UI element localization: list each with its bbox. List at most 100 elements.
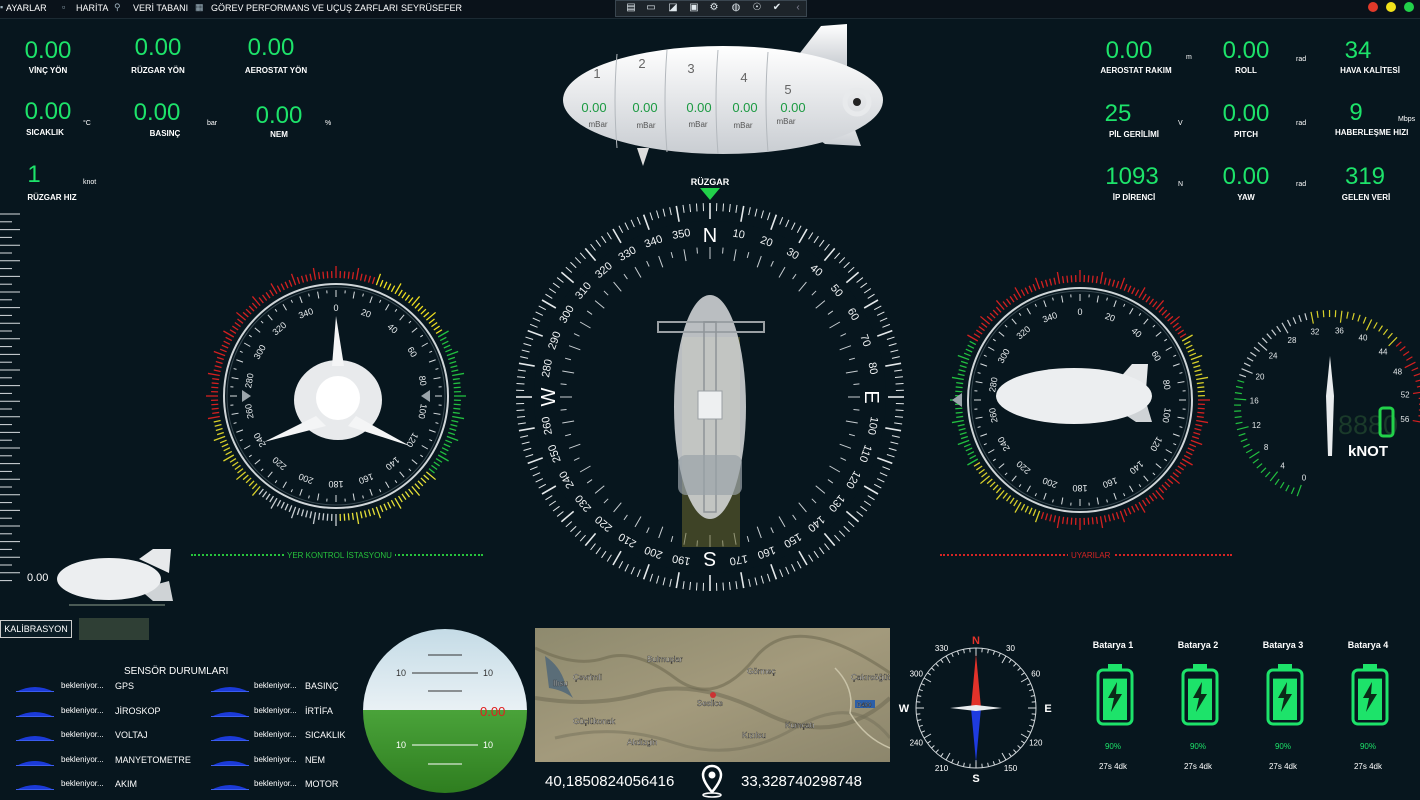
dial-tick — [207, 415, 220, 420]
accessibility-icon[interactable]: ☉ — [751, 2, 763, 14]
dial-tick — [1099, 271, 1104, 284]
wind-direction-icon — [700, 188, 720, 200]
sensor-signal-icon — [211, 711, 249, 717]
dial-tick-label: 80 — [1161, 379, 1173, 391]
compass-tick — [518, 427, 535, 432]
compass-tick — [735, 204, 738, 213]
comment-icon[interactable]: ◪ — [667, 2, 679, 14]
aerostat-rakim-label: AEROSTAT RAKIM — [1100, 66, 1172, 75]
dial-tick — [420, 308, 427, 315]
compass-tick — [894, 415, 903, 418]
check-icon[interactable]: ✔ — [771, 2, 783, 14]
sensor-signal-icon — [211, 736, 249, 741]
mini-compass-tick — [927, 740, 931, 744]
dial-tick — [417, 305, 424, 312]
mini-compass-tick — [931, 667, 935, 671]
mini-compass-tick — [931, 745, 935, 749]
satellite-map[interactable]: Bulmuşlar Görmeç Çevrimli Çakırsöğüt Ilı… — [535, 628, 890, 762]
dial-tick — [363, 274, 367, 282]
calibration-button[interactable]: KALİBRASYON — [0, 620, 72, 638]
compass-tick — [624, 563, 629, 572]
compass-tick — [606, 554, 612, 562]
location-pin-icon: ⚲ — [114, 2, 121, 12]
mini-compass-cardinal: W — [899, 703, 910, 715]
compass-tick — [863, 500, 872, 506]
mini-compass-tick — [940, 659, 944, 663]
dial-tick — [417, 480, 424, 487]
compass-tick — [779, 216, 784, 225]
dial-tick — [1119, 277, 1126, 290]
dial-tick — [435, 457, 443, 463]
chevron-left-icon[interactable]: ‹ — [792, 2, 804, 14]
dial-tick — [397, 495, 403, 503]
dial-tick — [237, 318, 244, 324]
compass-tick — [523, 343, 532, 347]
record-icon[interactable]: ▤ — [625, 2, 637, 14]
compass-tick — [856, 511, 864, 517]
dial-tick — [1013, 293, 1019, 301]
menu-harita[interactable]: HARİTA — [76, 3, 108, 13]
sensor-name: NEM — [305, 754, 325, 765]
dial-tick — [439, 336, 447, 342]
dial-tick — [1134, 289, 1140, 297]
sensor-status-text: bekleniyor... — [61, 779, 104, 788]
dial-tick — [1032, 509, 1037, 517]
mini-compass-tick — [956, 650, 960, 655]
dial-tick — [355, 267, 360, 280]
compass-needle-north — [971, 654, 981, 708]
compass-tick — [520, 356, 529, 359]
speed-tick — [1237, 379, 1245, 383]
dial-tick — [322, 271, 325, 279]
compass-tick — [873, 483, 882, 489]
sensor-name: MOTOR — [305, 779, 339, 789]
compass-tick — [618, 225, 624, 234]
menu-veri-tabani[interactable]: VERİ TABANI — [133, 3, 188, 13]
menu-gorev-performans[interactable]: GÖREV PERFORMANS VE UÇUŞ ZARFLARI — [211, 3, 398, 13]
dial-tick — [213, 435, 226, 442]
dial-tick — [371, 508, 376, 516]
dial-tick — [448, 431, 456, 436]
compass-tick — [689, 204, 692, 213]
camera-icon[interactable]: ▭ — [645, 2, 657, 14]
compass-tick — [770, 563, 778, 580]
sensor-name: İRTİFA — [305, 705, 333, 716]
map-place-label: Çakırsöğüt — [851, 673, 890, 682]
sensor-signal-icon — [16, 760, 54, 766]
dial-tick — [1175, 326, 1182, 332]
dial-tick — [958, 369, 966, 373]
mini-compass-tick — [917, 719, 922, 721]
compass-tick — [517, 376, 526, 379]
compass-tick — [517, 415, 526, 418]
compass-tick — [728, 204, 731, 213]
dial-tick — [284, 503, 289, 511]
ballonet-3-value: 0.00 — [686, 100, 711, 115]
gelen-veri-label: GELEN VERİ — [1341, 193, 1391, 202]
menu-ayarlar[interactable]: AYARLAR — [6, 3, 47, 13]
telemetry-icon[interactable]: ◍ — [730, 2, 742, 14]
dial-tick — [1187, 348, 1195, 353]
settings-icon[interactable]: ⚙ — [708, 2, 720, 14]
dial-tick — [284, 281, 289, 289]
map-place-label: Bulmuşlar — [647, 655, 683, 664]
pitch-value: 0.00 — [1222, 100, 1270, 127]
dial-tick — [262, 294, 268, 301]
ruzgar-hiz-label: RÜZGAR HIZ — [27, 193, 77, 202]
battery-time: 27s 4dk — [1183, 762, 1213, 771]
dial-tick — [1196, 419, 1209, 424]
dial-tick — [1103, 277, 1107, 285]
menu-seyrusefer[interactable]: SEYRÜSEFER — [401, 3, 462, 13]
pil-gerilimi-value: 25 — [1104, 100, 1132, 127]
compass-tick — [894, 422, 903, 425]
sensor-name: JİROSKOP — [115, 705, 161, 716]
dial-tick — [1066, 275, 1069, 283]
mini-compass-tick — [920, 730, 926, 733]
compass-tick — [760, 210, 764, 219]
mini-compass-tick — [945, 752, 951, 761]
dial-tick — [1127, 507, 1132, 515]
battery-title: Batarya 4 — [1347, 640, 1389, 650]
speed-tick — [1243, 362, 1251, 367]
window-icon[interactable]: ▣ — [688, 2, 700, 14]
compass-tick — [838, 257, 846, 264]
dial-tick — [1119, 510, 1126, 523]
mini-compass-tick — [1001, 655, 1007, 664]
